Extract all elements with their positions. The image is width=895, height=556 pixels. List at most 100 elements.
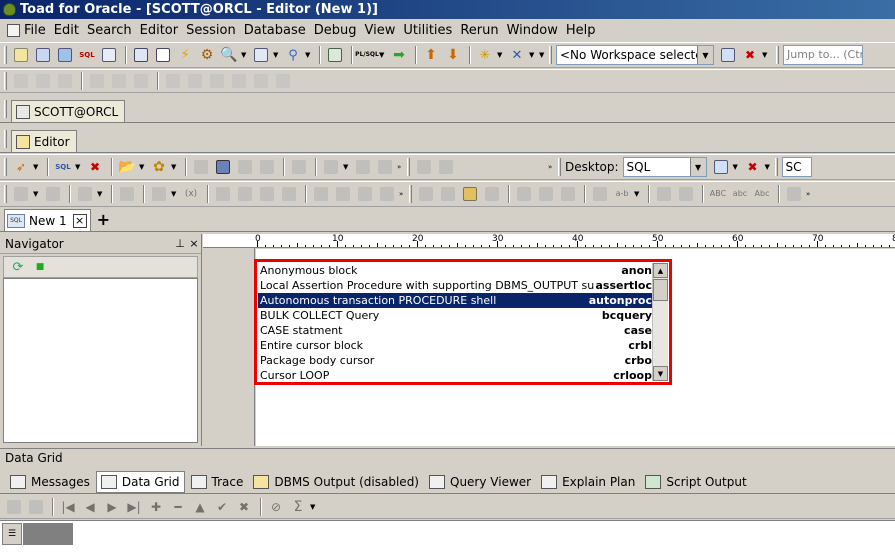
dropdown-arrow-icon[interactable]: ▼ [305,51,313,59]
dropdown-arrow-icon[interactable]: ▼ [497,51,505,59]
connection-tab-scott[interactable]: SCOTT@ORCL [11,100,126,122]
workspace-save-icon[interactable] [718,45,738,65]
first-record-icon[interactable]: |◀ [58,497,78,517]
step-icon[interactable] [43,184,63,204]
dropdown-arrow-icon[interactable]: ▼ [529,51,537,59]
menu-debug[interactable]: Debug [311,20,362,40]
load-icon[interactable]: ✿ [149,157,169,177]
disconnect-icon[interactable]: ✕ [507,45,527,65]
plsql-icon[interactable]: PL/SQL [355,45,379,65]
debug-icon[interactable] [353,157,373,177]
row-indicator-icon[interactable]: ☰ [2,523,22,545]
grid-icon[interactable] [251,45,271,65]
desktop-select[interactable]: SQL ▼ [622,157,707,177]
paste-icon[interactable] [131,71,151,91]
more-chevron-icon[interactable]: » [397,163,405,171]
network-icon[interactable]: ⚲ [283,45,303,65]
tree-icon[interactable] [55,71,75,91]
grid-header-cell[interactable] [23,523,73,545]
prior-record-icon[interactable]: ◀ [80,497,100,517]
compare-icon[interactable] [109,71,129,91]
popup-scrollbar[interactable]: ▲ ▼ [652,263,668,381]
new-tab-button[interactable]: + [97,210,110,229]
template-item[interactable]: Package body cursor crbo [258,353,655,368]
trace-out-icon[interactable] [279,184,299,204]
window-list-icon[interactable] [251,71,271,91]
menu-utilities[interactable]: Utilities [400,20,457,40]
chevron-down-icon[interactable]: ▼ [697,46,713,64]
rollback-icon[interactable]: ⬇ [443,45,463,65]
window-icon[interactable] [131,45,151,65]
clear-icon[interactable]: ✖ [85,157,105,177]
dropdown-arrow-icon[interactable]: ▼ [762,51,770,59]
outdent-icon[interactable] [536,184,556,204]
chevron-down-icon[interactable]: ▼ [689,158,706,176]
data-grid[interactable]: ☰ [0,520,895,556]
filter-icon[interactable]: ⊘ [266,497,286,517]
template-item[interactable]: Entire cursor block crbl [258,338,655,353]
workspace-select[interactable]: <No Workspace selected> ▼ [556,45,714,65]
halt-icon[interactable] [311,184,331,204]
insert-record-icon[interactable]: ✚ [146,497,166,517]
run-icon[interactable] [11,184,31,204]
undo-icon[interactable] [257,157,277,177]
export-grid-icon[interactable] [26,497,46,517]
menu-help[interactable]: Help [563,20,601,40]
breakpoint-icon[interactable] [213,184,233,204]
more-chevron-icon[interactable]: » [399,190,407,198]
save-icon[interactable] [191,157,211,177]
dropdown-arrow-icon[interactable]: ▼ [75,163,83,171]
pause-icon[interactable] [333,184,353,204]
window-tab-editor[interactable]: Editor [11,130,77,152]
workspace-delete-icon[interactable]: ✖ [740,45,760,65]
window-tile-icon[interactable] [207,71,227,91]
profiler-icon[interactable] [377,184,397,204]
more-chevron-icon[interactable]: » [548,163,556,171]
close-tab-icon[interactable]: × [72,213,87,228]
template-item-selected[interactable]: Autonomous transaction PROCEDURE shell au… [258,293,655,308]
indent-icon[interactable] [514,184,534,204]
session-browser-icon[interactable] [55,45,75,65]
binoculars-icon[interactable] [590,184,610,204]
lightning-icon[interactable]: ⚡ [175,45,195,65]
schema-browser-icon[interactable] [33,45,53,65]
cut-icon[interactable] [416,184,436,204]
wrap-icon[interactable] [784,184,804,204]
resume-icon[interactable] [355,184,375,204]
sc-select[interactable]: SC [781,157,812,177]
more-chevron-icon[interactable]: » [806,190,814,198]
scroll-up-icon[interactable]: ▲ [653,263,668,278]
dropdown-arrow-icon[interactable]: ▼ [379,51,387,59]
uppercase-icon[interactable]: ABC [708,184,728,204]
tab-messages[interactable]: Messages [6,471,94,493]
delete-record-icon[interactable]: ━ [168,497,188,517]
scroll-thumb[interactable] [653,279,668,301]
tab-query-viewer[interactable]: Query Viewer [425,471,535,493]
goto-icon[interactable] [676,184,696,204]
desktop-save-icon[interactable] [711,157,731,177]
close-icon[interactable]: × [187,237,201,250]
sql-editor-icon[interactable] [11,45,31,65]
select-all-icon[interactable] [482,184,502,204]
pin-icon[interactable]: ⊥ [173,237,187,250]
open-folder-icon[interactable]: 📂 [117,157,137,177]
menu-edit[interactable]: Edit [51,20,84,40]
edit-record-icon[interactable]: ▲ [190,497,210,517]
execute-icon[interactable]: ➡ [389,45,409,65]
menu-window[interactable]: Window [504,20,563,40]
menu-database[interactable]: Database [241,20,311,40]
template-item[interactable]: Anonymous block anon [258,263,655,278]
template-list[interactable]: Anonymous block anon Local Assertion Proc… [258,263,655,383]
print-icon[interactable] [235,157,255,177]
sql-modeler-icon[interactable]: SQL [77,45,97,65]
comment-icon[interactable] [558,184,578,204]
commit-icon[interactable]: ⬆ [421,45,441,65]
dropdown-arrow-icon[interactable]: ▼ [539,51,547,59]
step-over-icon[interactable] [75,184,95,204]
lookup-icon[interactable] [436,157,456,177]
variables-icon[interactable]: (x) [181,184,201,204]
connect-icon[interactable]: ✳ [475,45,495,65]
clipboard-icon[interactable] [460,184,480,204]
doc-tab-new-1[interactable]: SQL New 1 × [4,209,91,231]
menu-session[interactable]: Session [183,20,241,40]
